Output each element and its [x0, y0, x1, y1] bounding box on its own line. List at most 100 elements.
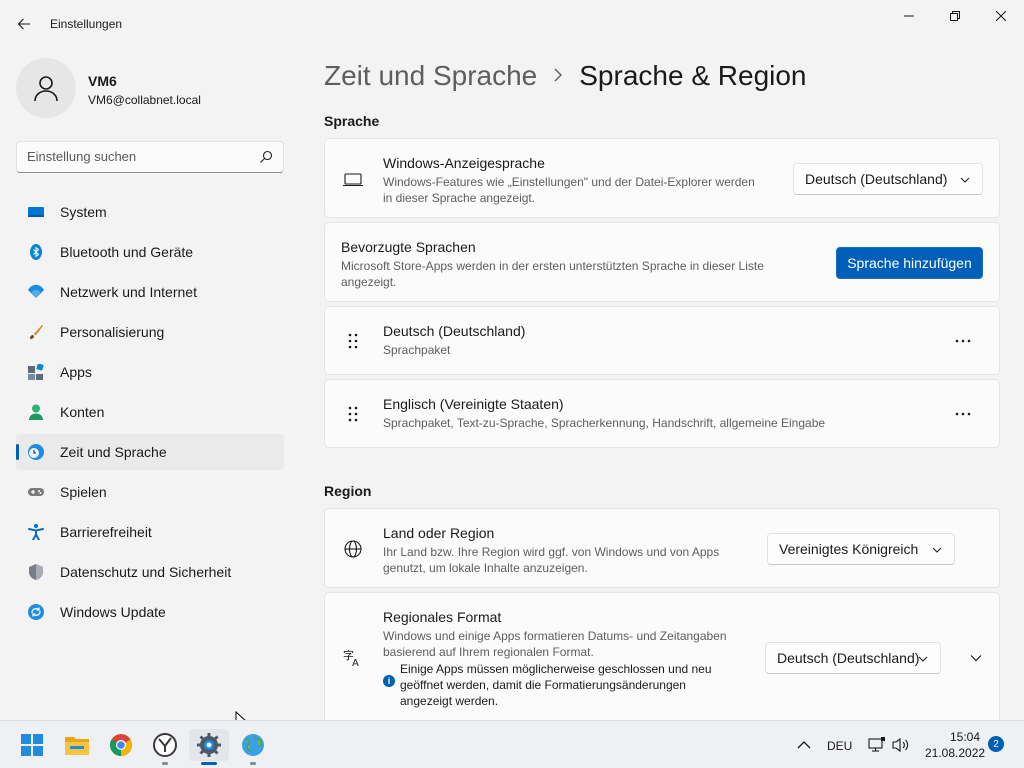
sidebar-item-system[interactable]: System — [16, 194, 284, 230]
chevron-down-icon — [960, 177, 970, 183]
sidebar-item-label: Zeit und Sprache — [60, 444, 167, 460]
regional-format-dropdown[interactable]: Deutsch (Deutschland) — [765, 642, 941, 674]
country-desc-line1: Ihr Land bzw. Ihre Region wird ggf. von … — [383, 545, 720, 559]
start-icon — [21, 734, 43, 756]
sidebar-item-time-language[interactable]: Zeit und Sprache — [16, 434, 284, 470]
preferred-languages-desc-line1: Microsoft Store-Apps werden in der erste… — [341, 259, 764, 273]
clock-globe-icon — [28, 444, 44, 460]
taskbar-clock-app[interactable] — [145, 729, 185, 765]
sidebar-item-gaming[interactable]: Spielen — [16, 474, 284, 510]
avatar — [16, 58, 76, 118]
sidebar-item-bluetooth[interactable]: Bluetooth und Geräte — [16, 234, 284, 270]
input-language-indicator[interactable]: DEU — [827, 739, 852, 753]
language-item[interactable]: Deutsch (Deutschland) Sprachpaket — [324, 306, 1000, 375]
chrome-icon — [110, 734, 132, 756]
info-line: angezeigt werden. — [400, 694, 499, 708]
title-bar: Einstellungen — [0, 0, 1024, 48]
breadcrumb-parent[interactable]: Zeit und Sprache — [324, 60, 537, 92]
settings-icon — [197, 733, 221, 757]
sidebar: VM6 VM6@collabnet.local System Bluetooth… — [0, 48, 300, 720]
taskbar-start-button[interactable] — [12, 729, 52, 761]
sidebar-item-label: Windows Update — [60, 604, 166, 620]
gamepad-icon — [28, 488, 44, 496]
laptop-icon — [343, 173, 363, 187]
running-indicator — [162, 762, 168, 765]
display-language-dropdown[interactable]: Deutsch (Deutschland) — [793, 163, 983, 195]
info-line: geöffnet werden, damit die Formatierungs… — [400, 678, 686, 692]
close-button[interactable] — [978, 0, 1024, 32]
search-input[interactable] — [27, 149, 247, 164]
dropdown-value: Deutsch (Deutschland) — [805, 171, 948, 187]
show-hidden-icons-icon[interactable] — [797, 740, 811, 750]
sidebar-item-accounts[interactable]: Konten — [16, 394, 284, 430]
sidebar-item-label: Konten — [60, 404, 105, 420]
info-text: Einige Apps müssen möglicherweise geschl… — [400, 661, 720, 709]
search-box[interactable] — [16, 141, 284, 173]
sidebar-item-label: Apps — [60, 364, 92, 380]
sidebar-item-privacy[interactable]: Datenschutz und Sicherheit — [16, 554, 284, 590]
regional-format-title: Regionales Format — [383, 609, 502, 625]
taskbar-settings[interactable] — [189, 729, 229, 765]
notification-badge[interactable]: 2 — [988, 736, 1004, 752]
chevron-down-icon — [918, 656, 928, 662]
clock-time[interactable]: 15:04 — [950, 730, 980, 744]
language-detail: Sprachpaket, Text-zu-Sprache, Spracherke… — [383, 416, 826, 430]
app-title: Einstellungen — [50, 17, 123, 31]
shield-icon — [29, 564, 43, 580]
clock-app-icon — [153, 733, 177, 757]
preferred-languages-desc-line2: angezeigt. — [341, 275, 397, 289]
regional-format-desc-line2: basierend auf Ihrem regionalen Format. — [383, 645, 594, 659]
sidebar-item-label: Netzwerk und Internet — [60, 284, 197, 300]
network-icon[interactable] — [868, 737, 886, 753]
main-content: Zeit und Sprache Sprache & Region Sprach… — [324, 48, 1000, 732]
drag-handle-icon[interactable] — [345, 406, 361, 422]
taskbar-chrome[interactable] — [101, 729, 141, 761]
taskbar-globe-app[interactable] — [233, 729, 273, 765]
section-language-title: Sprache — [324, 113, 380, 129]
display-language-desc-line1: Windows-Features wie „Einstellungen" und… — [383, 175, 755, 189]
sidebar-item-label: Spielen — [60, 484, 107, 500]
search-icon[interactable] — [259, 150, 273, 164]
sidebar-item-windows-update[interactable]: Windows Update — [16, 594, 284, 630]
volume-icon[interactable] — [892, 737, 910, 753]
globe-icon — [344, 540, 362, 558]
dropdown-value: Deutsch (Deutschland) — [777, 650, 920, 666]
sidebar-item-accessibility[interactable]: Barrierefreiheit — [16, 514, 284, 550]
taskbar-file-explorer[interactable] — [57, 729, 97, 761]
sidebar-item-label: Personalisierung — [60, 324, 165, 340]
running-indicator — [250, 762, 256, 765]
profile-name: VM6 — [88, 73, 117, 89]
drag-handle-icon[interactable] — [345, 333, 361, 349]
sidebar-item-apps[interactable]: Apps — [16, 354, 284, 390]
chevron-right-icon — [553, 66, 563, 87]
more-options-icon[interactable] — [951, 333, 975, 349]
more-options-icon[interactable] — [951, 406, 975, 422]
person-icon — [34, 76, 58, 102]
maximize-button[interactable] — [932, 0, 978, 32]
country-desc-line2: genutzt, um lokale Inhalte anzuzeigen. — [383, 561, 588, 575]
back-button[interactable] — [12, 12, 36, 36]
active-indicator — [201, 762, 217, 765]
regional-format-card: 字A Regionales Format Windows und einige … — [324, 592, 1000, 732]
add-language-button[interactable]: Sprache hinzufügen — [836, 247, 983, 279]
update-icon — [28, 604, 44, 620]
restore-icon — [950, 11, 960, 21]
language-name: Englisch (Vereinigte Staaten) — [383, 396, 564, 412]
expand-chevron-icon[interactable] — [969, 651, 983, 665]
country-region-card: Land oder Region Ihr Land bzw. Ihre Regi… — [324, 508, 1000, 588]
preferred-languages-card: Bevorzugte Sprachen Microsoft Store-Apps… — [324, 222, 1000, 302]
section-region-title: Region — [324, 483, 372, 499]
sidebar-item-label: Barrierefreiheit — [60, 524, 152, 540]
sidebar-item-label: Bluetooth und Geräte — [60, 244, 194, 260]
dropdown-value: Vereinigtes Königreich — [779, 541, 919, 557]
minimize-button[interactable] — [886, 0, 932, 32]
globe-app-icon — [242, 734, 264, 756]
country-dropdown[interactable]: Vereinigtes Königreich — [767, 533, 955, 565]
language-item[interactable]: Englisch (Vereinigte Staaten) Sprachpake… — [324, 379, 1000, 448]
user-profile[interactable]: VM6 VM6@collabnet.local — [16, 58, 286, 118]
sidebar-item-personalization[interactable]: Personalisierung — [16, 314, 284, 350]
profile-email: VM6@collabnet.local — [88, 93, 201, 107]
language-format-icon: 字A — [343, 648, 359, 667]
sidebar-item-network[interactable]: Netzwerk und Internet — [16, 274, 284, 310]
clock-date[interactable]: 21.08.2022 — [925, 746, 985, 760]
